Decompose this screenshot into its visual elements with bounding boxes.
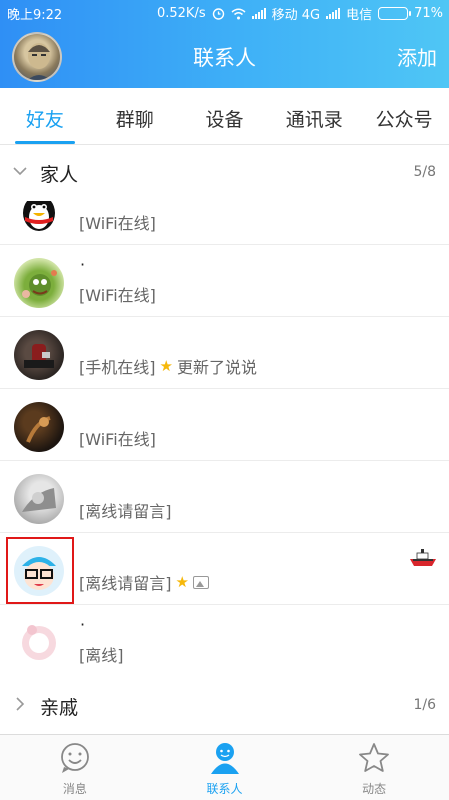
nav-messages[interactable]: 消息 <box>0 735 150 800</box>
nav-label: 消息 <box>62 782 87 796</box>
contact-status: [WiFi在线] <box>79 426 156 450</box>
image-icon <box>192 575 209 589</box>
nav-label: 动态 <box>362 782 387 796</box>
group-count: 5/8 <box>413 164 436 180</box>
nav-feed[interactable]: 动态 <box>299 735 449 800</box>
tab-address-book[interactable]: 通讯录 <box>269 88 359 144</box>
tab-devices[interactable]: 设备 <box>180 88 270 144</box>
battery-icon <box>378 7 412 20</box>
contact-row[interactable]: · [WiFi在线] <box>0 245 449 317</box>
person-icon <box>210 743 239 774</box>
status-text: [手机在线] <box>79 358 156 377</box>
tab-bar: 好友 群聊 设备 通讯录 公众号 <box>0 88 449 145</box>
status-text: [WiFi在线] <box>79 214 156 233</box>
photo-icon <box>24 344 54 368</box>
star-icon: ★ <box>175 573 189 591</box>
contact-list[interactable]: [WiFi在线] · [WiFi在线] [手机在线] ★ 更新了说说 [WiFi… <box>0 201 449 675</box>
contact-row[interactable]: [WiFi在线] <box>0 201 449 245</box>
contact-name: · <box>80 615 86 634</box>
status-text: [WiFi在线] <box>79 286 156 305</box>
group-header-family[interactable]: 家人 5/8 <box>0 145 449 201</box>
highlight-box <box>6 537 74 604</box>
nav-contacts[interactable]: 联系人 <box>150 735 300 800</box>
photo-icon <box>26 416 51 443</box>
contact-status: [WiFi在线] <box>79 210 156 234</box>
star-icon: ★ <box>159 357 173 375</box>
contact-name: · <box>80 255 86 274</box>
sketch-icon <box>22 625 56 660</box>
page-title: 联系人 <box>193 46 256 70</box>
group-name: 家人 <box>40 164 79 186</box>
status-extra: 更新了说说 <box>176 358 257 377</box>
contact-avatar <box>14 474 64 524</box>
status-bar: 晚上9:22 0.52K/s 移动 4G 电信 71% <box>0 0 449 24</box>
status-text: [离线] <box>79 646 124 665</box>
contact-row[interactable]: [手机在线] ★ 更新了说说 <box>0 317 449 389</box>
title-bar: 联系人 添加 <box>0 24 449 88</box>
contact-status: [离线请留言] ★ <box>79 570 209 594</box>
penguin-icon <box>23 201 55 231</box>
contact-row[interactable]: [离线请留言] <box>0 461 449 533</box>
contact-status: [WiFi在线] <box>79 282 156 306</box>
group-header-relatives[interactable]: 亲戚 1/6 <box>0 678 449 734</box>
battery-percent: 71% <box>414 6 443 21</box>
contact-row[interactable]: [离线请留言] ★ <box>0 533 449 605</box>
tab-groups[interactable]: 群聊 <box>90 88 180 144</box>
carrier-telecom: 电信 <box>346 8 373 23</box>
group-count: 1/6 <box>413 697 436 713</box>
cartoon-icon <box>22 270 57 298</box>
boat-icon <box>410 549 436 566</box>
contact-row[interactable]: · [离线] <box>0 605 449 675</box>
contact-status: [手机在线] ★ 更新了说说 <box>79 354 257 378</box>
alarm-icon <box>212 8 224 20</box>
contact-avatar <box>14 330 64 380</box>
add-button[interactable]: 添加 <box>397 42 437 71</box>
tab-friends[interactable]: 好友 <box>0 88 90 144</box>
contact-avatar <box>14 618 64 668</box>
status-text: [离线请留言] <box>79 502 172 521</box>
contact-row[interactable]: [WiFi在线] <box>0 389 449 461</box>
top-header: 晚上9:22 0.52K/s 移动 4G 电信 71% 联系人 添加 <box>0 0 449 88</box>
group-name: 亲戚 <box>40 697 79 719</box>
net-speed: 0.52K/s <box>156 6 206 21</box>
contact-avatar <box>14 402 64 452</box>
contact-avatar <box>14 258 64 308</box>
carrier-mobile: 移动 4G <box>271 8 321 23</box>
chevron-down-icon <box>13 167 27 176</box>
chevron-right-icon <box>16 697 25 711</box>
photo-icon <box>22 488 56 512</box>
contact-avatar <box>14 201 64 236</box>
smile-icon <box>60 743 89 773</box>
status-text: [离线请留言] <box>79 574 172 593</box>
signal-icon-2 <box>326 8 341 19</box>
status-time: 晚上9:22 <box>7 8 63 23</box>
contact-status: [离线请留言] <box>79 498 172 522</box>
tab-public-accounts[interactable]: 公众号 <box>359 88 449 144</box>
wifi-icon <box>231 8 246 19</box>
status-text: [WiFi在线] <box>79 430 156 449</box>
star-icon <box>359 743 390 772</box>
bottom-nav: 消息 联系人 动态 <box>0 734 449 800</box>
signal-icon <box>251 8 266 19</box>
contact-status: [离线] <box>79 642 124 666</box>
nav-label: 联系人 <box>206 782 243 796</box>
